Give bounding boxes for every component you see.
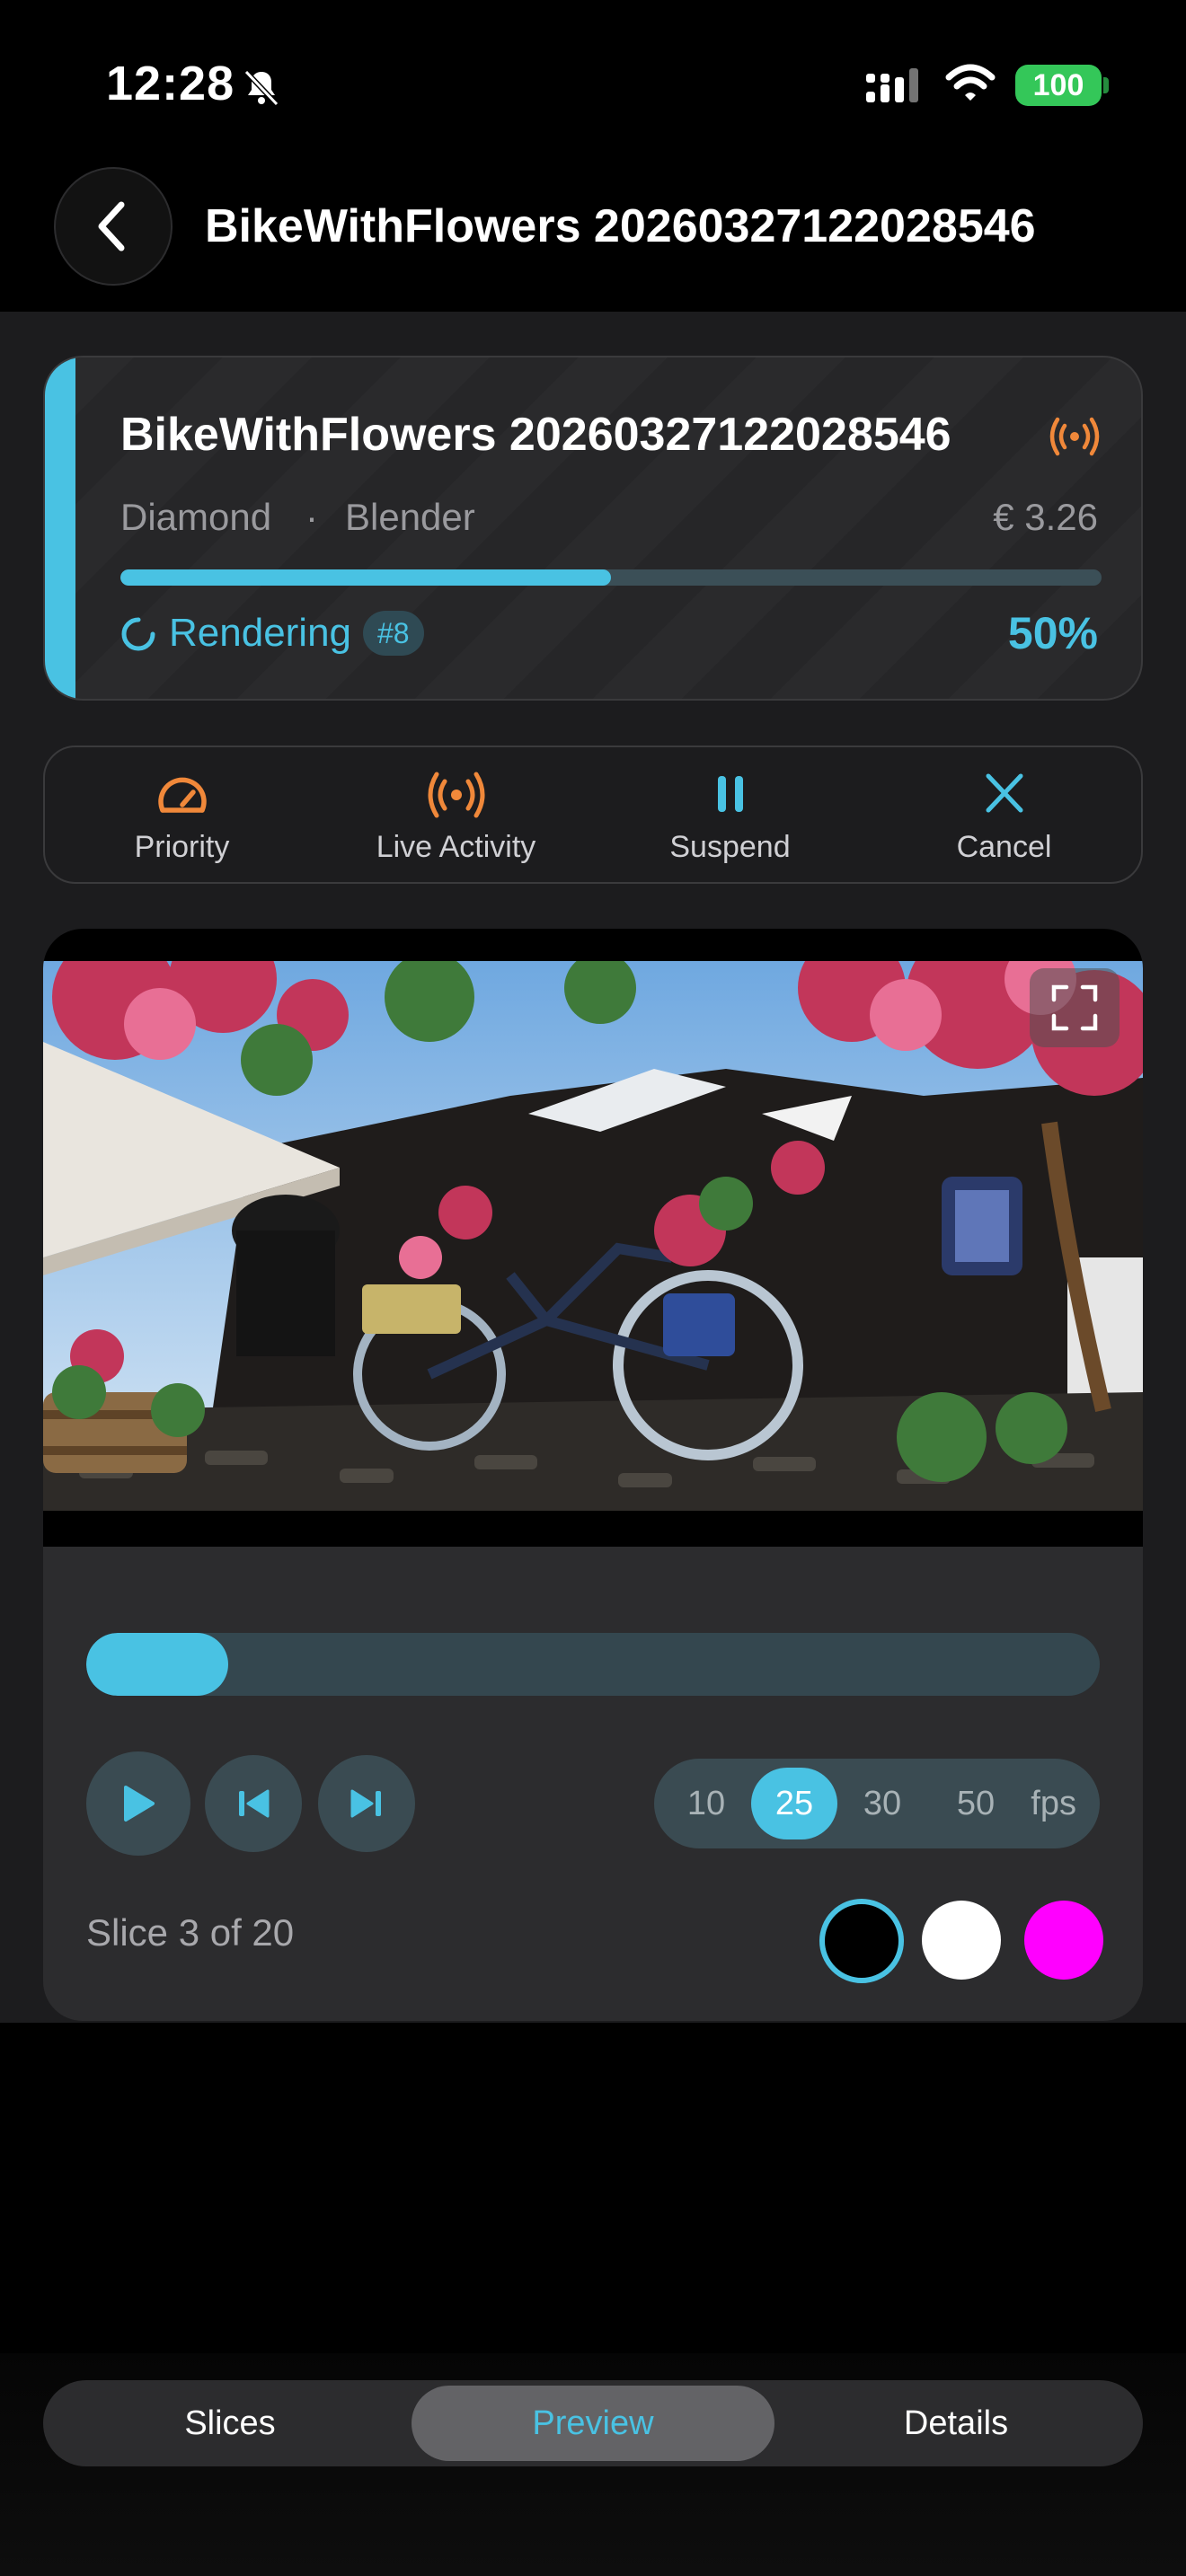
- fullscreen-button[interactable]: [1030, 968, 1120, 1047]
- chevron-left-icon: [98, 201, 125, 251]
- job-engine: Blender: [345, 496, 475, 538]
- job-progress-bar: [120, 569, 1102, 586]
- preview-card: 10 25 30 50 fps Slice 3 of 20: [43, 929, 1143, 2021]
- previous-slice-button[interactable]: [205, 1755, 302, 1852]
- job-tier: Diamond: [120, 496, 272, 538]
- fps-selector: 10 25 30 50 fps: [654, 1759, 1100, 1848]
- battery-indicator: 100: [1015, 65, 1102, 106]
- status-badge: #8: [363, 611, 424, 656]
- page-title: BikeWithFlowers 20260327122028546: [205, 200, 1036, 252]
- skip-forward-icon: [350, 1789, 381, 1818]
- skip-back-icon: [239, 1789, 270, 1818]
- status-bar: 12:28 100: [0, 0, 1186, 162]
- close-icon: [986, 773, 1022, 813]
- suspend-button[interactable]: Suspend: [593, 747, 867, 882]
- play-icon: [124, 1786, 155, 1822]
- background-swatch-white[interactable]: [922, 1901, 1001, 1980]
- job-title: BikeWithFlowers 20260327122028546: [120, 409, 951, 461]
- render-preview-image: [43, 961, 1143, 1511]
- background-swatch-black[interactable]: [819, 1899, 904, 1983]
- tab-preview[interactable]: Preview: [412, 2386, 774, 2461]
- fps-option-10[interactable]: 10: [663, 1768, 749, 1839]
- live-activity-icon: [1049, 417, 1100, 456]
- fps-option-50[interactable]: 50: [933, 1768, 1019, 1839]
- job-card-accent: [45, 357, 75, 699]
- slice-scrubber-fill: [86, 1633, 228, 1696]
- action-bar: Priority Live Activity Suspend Cancel: [43, 745, 1143, 884]
- job-price: € 3.26: [993, 496, 1098, 538]
- live-activity-button[interactable]: Live Activity: [319, 747, 593, 882]
- priority-label: Priority: [134, 830, 230, 864]
- back-button[interactable]: [54, 167, 173, 286]
- job-progress-fill: [120, 569, 611, 586]
- expand-icon: [1051, 984, 1098, 1031]
- cancel-label: Cancel: [956, 830, 1052, 864]
- suspend-label: Suspend: [669, 830, 791, 864]
- slice-counter: Slice 3 of 20: [86, 1911, 295, 1954]
- cellular-signal-icon: [866, 68, 918, 102]
- live-activity-label: Live Activity: [376, 830, 536, 864]
- fps-unit-label: fps: [1031, 1785, 1076, 1822]
- fps-option-30[interactable]: 30: [839, 1768, 925, 1839]
- job-card: BikeWithFlowers 20260327122028546 Diamon…: [43, 356, 1143, 701]
- speedometer-icon: [157, 777, 207, 813]
- slice-scrubber[interactable]: [86, 1633, 1100, 1696]
- bell-slash-icon: [243, 69, 279, 107]
- tab-details[interactable]: Details: [774, 2386, 1137, 2461]
- tab-slices[interactable]: Slices: [49, 2386, 412, 2461]
- spinner-icon: [121, 617, 155, 651]
- priority-button[interactable]: Priority: [45, 747, 319, 882]
- broadcast-icon: [428, 772, 484, 818]
- pause-icon: [717, 776, 743, 812]
- cancel-button[interactable]: Cancel: [867, 747, 1141, 882]
- status-time: 12:28: [106, 57, 235, 110]
- battery-nub: [1103, 77, 1109, 93]
- status-label: Rendering: [169, 611, 352, 655]
- progress-percent: 50%: [1007, 608, 1098, 658]
- meta-separator: ·: [305, 496, 318, 538]
- fps-option-25[interactable]: 25: [751, 1768, 837, 1839]
- background-swatch-magenta[interactable]: [1024, 1901, 1103, 1980]
- segmented-tab-bar: Slices Preview Details: [43, 2380, 1143, 2466]
- wifi-icon: [945, 64, 996, 101]
- next-slice-button[interactable]: [318, 1755, 415, 1852]
- play-button[interactable]: [86, 1751, 190, 1856]
